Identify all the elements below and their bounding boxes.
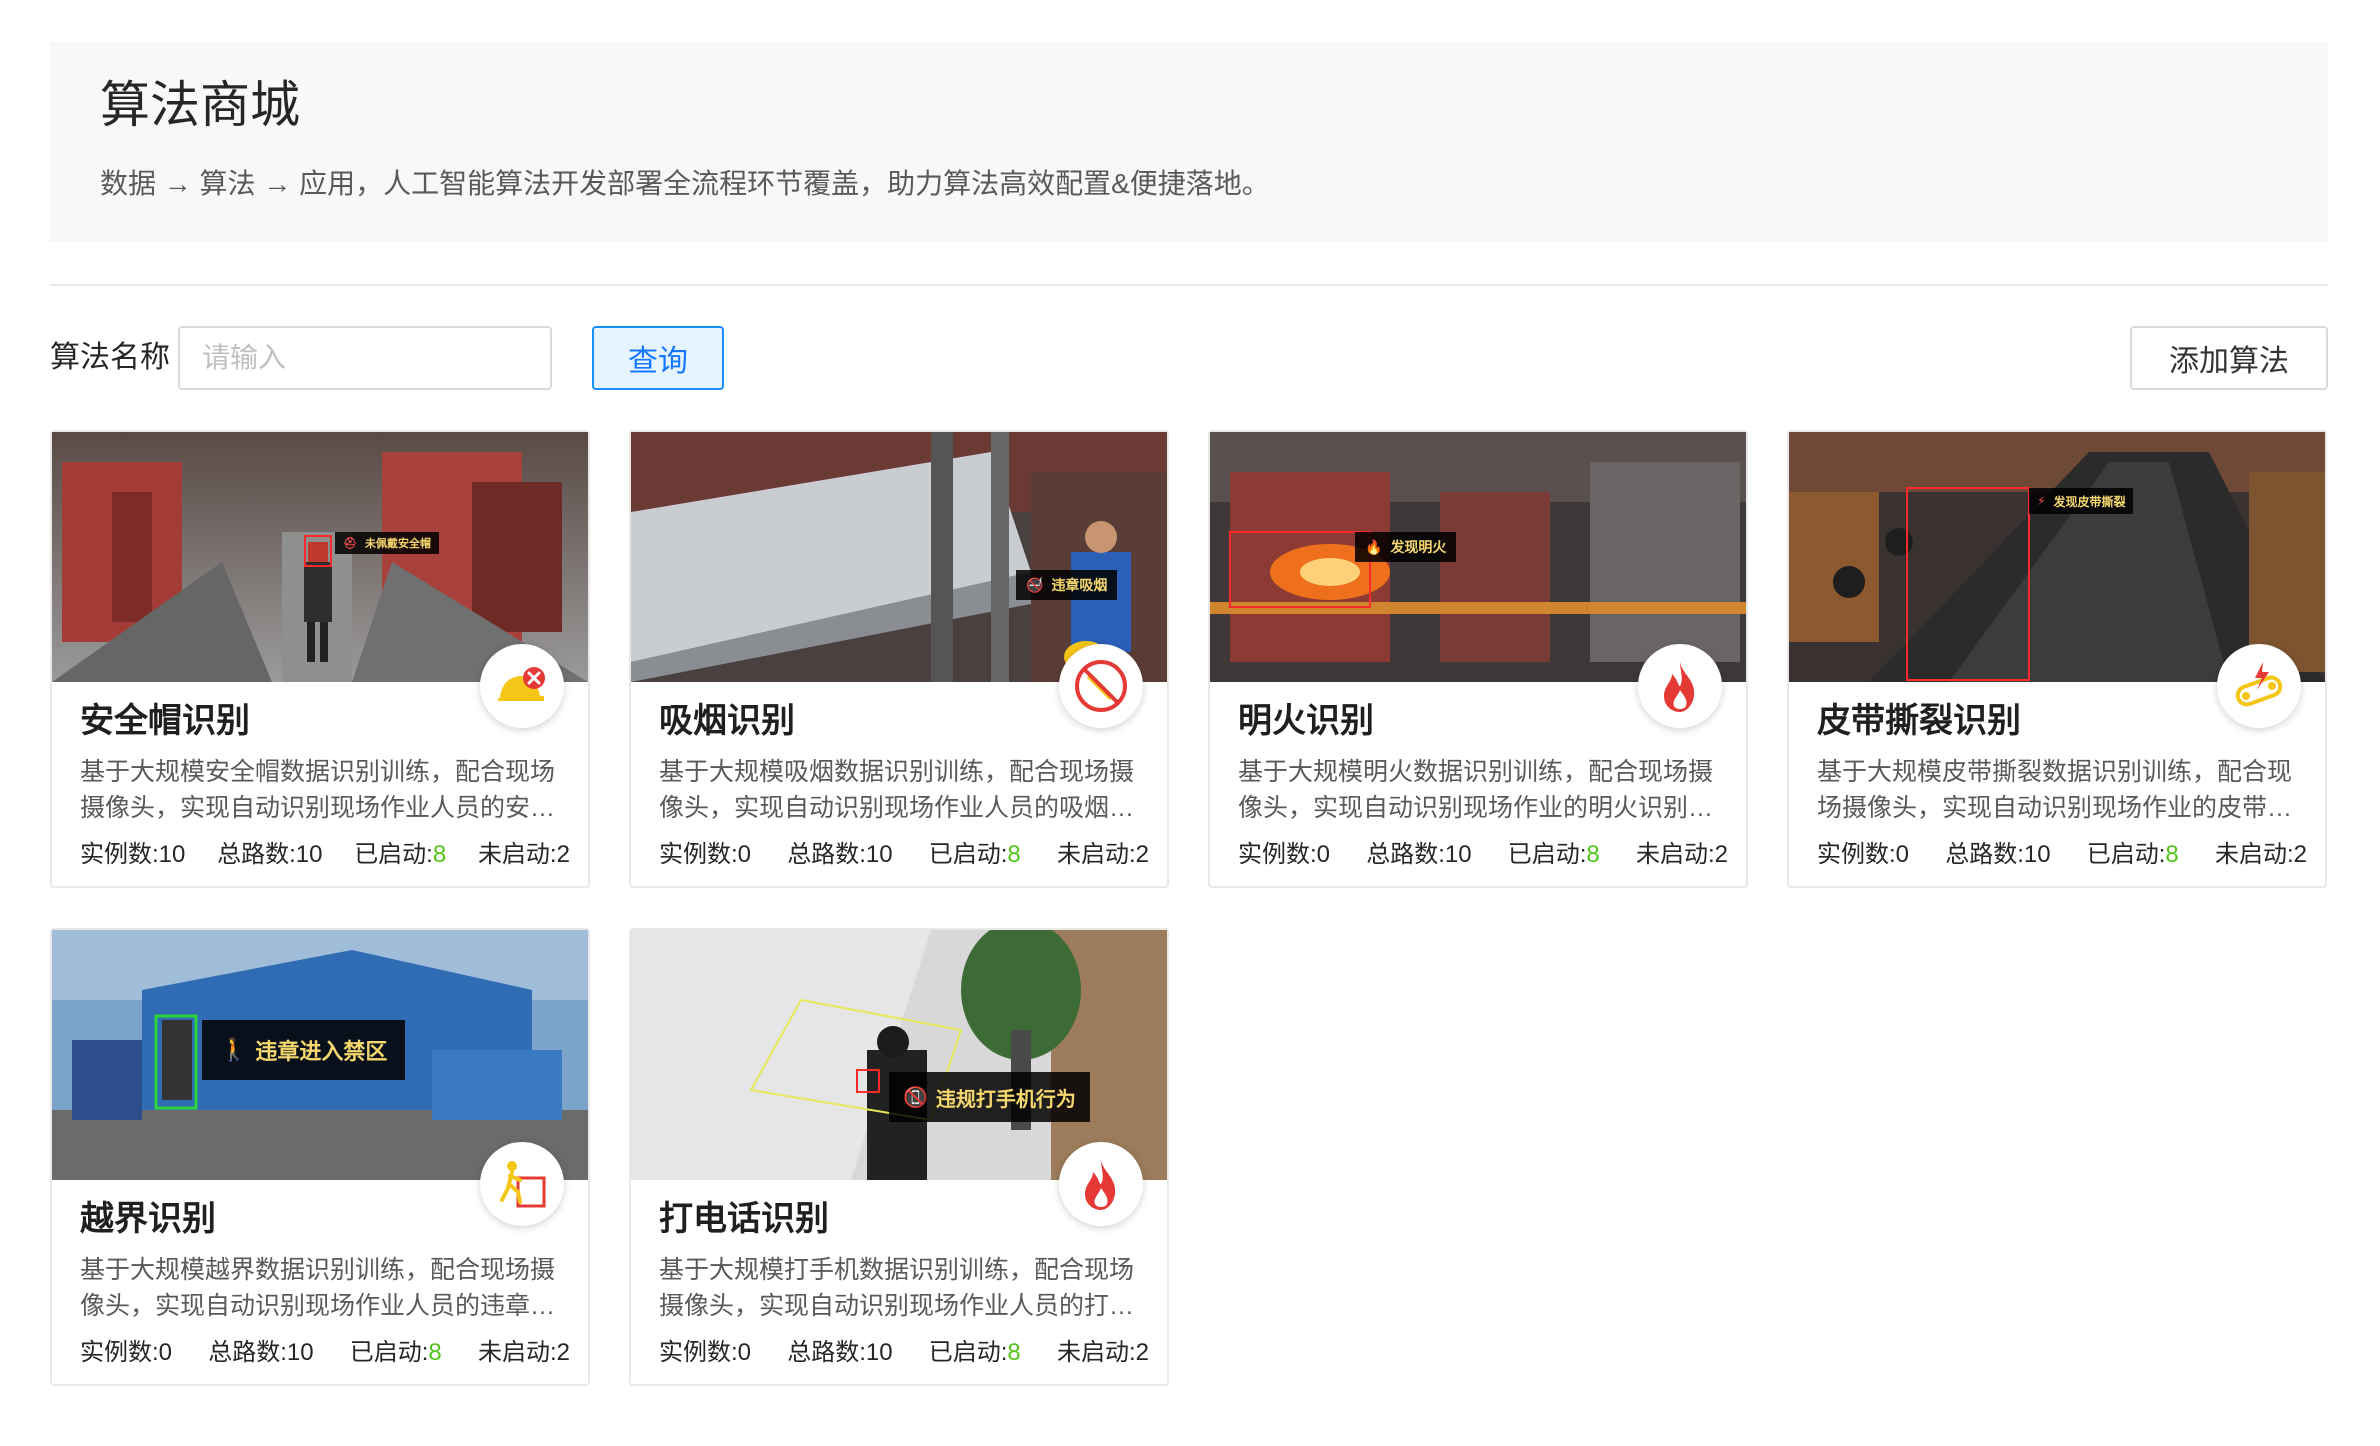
total-count: 总路数:10 (787, 1339, 893, 1366)
algorithm-card-smoking[interactable]: 🚭 违章吸烟 吸烟识别 基于大规模吸烟数据识别训练，配合现场摄像头，实现自动识别现… (629, 430, 1169, 888)
card-description: 基于大规模打手机数据识别训练，配合现场摄像头，实现自动识别现场作业人员的打手机行… (659, 1256, 1135, 1320)
instance-count: 实例数:10 (80, 841, 186, 868)
started-count: 已启动:8 (349, 1339, 442, 1366)
started-count: 已启动:8 (354, 841, 447, 868)
instance-count: 实例数:0 (1817, 841, 1910, 868)
stopped-count: 未启动:2 (477, 841, 570, 868)
started-count: 已启动:8 (1507, 841, 1600, 868)
stopped-count: 未启动:2 (477, 1339, 570, 1366)
belt-tear-icon (2217, 644, 2301, 728)
algorithm-card-helmet[interactable]: ⛑ 未佩戴安全帽 安全帽识别 基于大规模安全帽数据识别训练，配合现场摄像头，实现自… (50, 430, 590, 888)
detection-label: 🚶 违章进入禁区 (202, 1020, 406, 1080)
card-description: 基于大规模吸烟数据识别训练，配合现场摄像头，实现自动识别现场作业人员的吸烟违章行… (659, 758, 1135, 822)
card-image: 🚶 违章进入禁区 (52, 930, 588, 1180)
card-stats: 实例数:0 总路数:10 已启动:8 未启动:2 (80, 1336, 570, 1370)
stopped-count: 未启动:2 (1635, 841, 1728, 868)
card-stats: 实例数:0 总路数:10 已启动:8 未启动:2 (659, 838, 1149, 872)
algorithm-card-belt-tear[interactable]: ⚡ 发现皮带撕裂 皮带撕裂识别 基于大规模皮带撕裂数据识别训练，配合现场摄像头，实… (1787, 430, 2327, 888)
card-description: 基于大规模安全帽数据识别训练，配合现场摄像头，实现自动识别现场作业人员的安全帽佩… (80, 758, 556, 822)
card-stats: 实例数:0 总路数:10 已启动:8 未启动:2 (659, 1336, 1149, 1370)
stopped-count: 未启动:2 (1056, 1339, 1149, 1366)
card-title: 安全帽识别 (80, 702, 250, 740)
card-stats: 实例数:10 总路数:10 已启动:8 未启动:2 (80, 838, 570, 872)
add-algorithm-button[interactable]: 添加算法 (2130, 326, 2328, 390)
card-stats: 实例数:0 总路数:10 已启动:8 未启动:2 (1238, 838, 1728, 872)
detection-label: ⚡ 发现皮带撕裂 (2029, 488, 2134, 514)
algorithm-name-input[interactable] (178, 326, 552, 390)
page-subtitle: 数据 → 算法 → 应用，人工智能算法开发部署全流程环节覆盖，助力算法高效配置&… (100, 168, 1270, 199)
algorithm-card-boundary[interactable]: 🚶 违章进入禁区 越界识别 基于大规模越界数据识别训练，配合现场摄像头，实现自动识… (50, 928, 590, 1386)
card-image: ⚡ 发现皮带撕裂 (1789, 432, 2325, 682)
detection-label: 🚭 违章吸烟 (1016, 570, 1118, 600)
card-image: ⛑ 未佩戴安全帽 (52, 432, 588, 682)
card-title: 明火识别 (1238, 702, 1374, 740)
instance-count: 实例数:0 (80, 1339, 173, 1366)
card-title: 吸烟识别 (659, 702, 795, 740)
algorithm-card-fire[interactable]: 🔥 发现明火 明火识别 基于大规模明火数据识别训练，配合现场摄像头，实现自动识别现… (1208, 430, 1748, 888)
card-title: 皮带撕裂识别 (1817, 702, 2021, 740)
card-description: 基于大规模越界数据识别训练，配合现场摄像头，实现自动识别现场作业人员的违章越界行… (80, 1256, 556, 1320)
detection-label: 🔥 发现明火 (1355, 532, 1457, 562)
card-image: 📵 违规打手机行为 (631, 930, 1167, 1180)
stopped-count: 未启动:2 (2214, 841, 2307, 868)
card-title: 打电话识别 (659, 1200, 829, 1238)
card-description: 基于大规模明火数据识别训练，配合现场摄像头，实现自动识别现场作业的明火识别，并及… (1238, 758, 1714, 822)
total-count: 总路数:10 (208, 1339, 314, 1366)
page-title: 算法商城 (100, 77, 300, 133)
instance-count: 实例数:0 (1238, 841, 1331, 868)
algorithm-card-phone[interactable]: 📵 违规打手机行为 打电话识别 基于大规模打手机数据识别训练，配合现场摄像头，实现… (629, 928, 1169, 1386)
phone-fire-icon (1059, 1142, 1143, 1226)
card-stats: 实例数:0 总路数:10 已启动:8 未启动:2 (1817, 838, 2307, 872)
fire-icon (1638, 644, 1722, 728)
card-title: 越界识别 (80, 1200, 216, 1238)
card-image: 🚭 违章吸烟 (631, 432, 1167, 682)
query-button[interactable]: 查询 (592, 326, 724, 390)
helmet-icon (480, 644, 564, 728)
card-image: 🔥 发现明火 (1210, 432, 1746, 682)
total-count: 总路数:10 (217, 841, 323, 868)
no-smoking-icon (1059, 644, 1143, 728)
search-label: 算法名称 (50, 341, 170, 374)
divider (50, 284, 2328, 286)
detection-label: ⛑ 未佩戴安全帽 (335, 532, 439, 554)
detection-label: 📵 违规打手机行为 (889, 1072, 1090, 1122)
started-count: 已启动:8 (928, 841, 1021, 868)
started-count: 已启动:8 (2086, 841, 2179, 868)
total-count: 总路数:10 (787, 841, 893, 868)
instance-count: 实例数:0 (659, 1339, 752, 1366)
total-count: 总路数:10 (1366, 841, 1472, 868)
instance-count: 实例数:0 (659, 841, 752, 868)
stopped-count: 未启动:2 (1056, 841, 1149, 868)
total-count: 总路数:10 (1945, 841, 2051, 868)
boundary-icon (480, 1142, 564, 1226)
page-header: 算法商城 数据 → 算法 → 应用，人工智能算法开发部署全流程环节覆盖，助力算法… (50, 42, 2328, 242)
card-description: 基于大规模皮带撕裂数据识别训练，配合现场摄像头，实现自动识别现场作业的皮带撕裂情… (1817, 758, 2293, 822)
started-count: 已启动:8 (928, 1339, 1021, 1366)
